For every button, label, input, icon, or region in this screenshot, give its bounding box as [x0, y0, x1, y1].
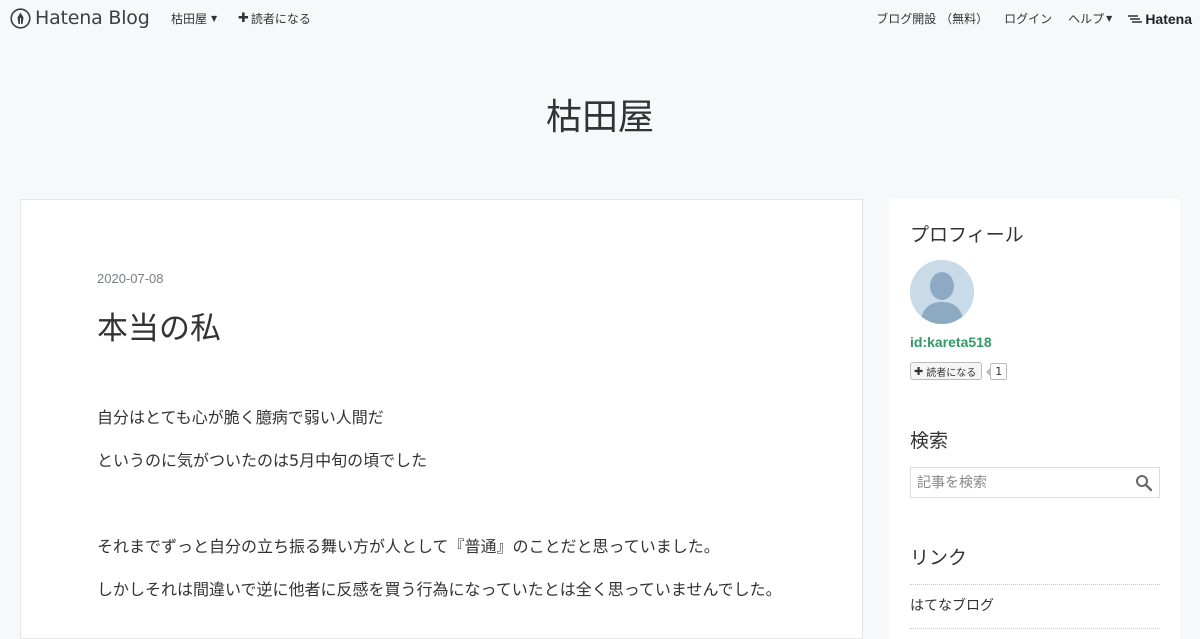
subscribe-row: ✚ 読者になる 1 [910, 362, 1008, 380]
profile-id-link[interactable]: id:kareta518 [910, 334, 992, 350]
paragraph: しかしそれは間違いで逆に他者に反感を買う行為になっていたとは全く思っていませんで… [97, 580, 782, 599]
paragraph: それまでずっと自分の立ち振る舞い方が人として『普通』のことだと思っていました。 [97, 537, 720, 556]
link-hatena-blog[interactable]: はてなブログ [910, 585, 1160, 629]
search-heading: 検索 [910, 430, 949, 452]
hatena-blog-logo[interactable]: Hatena Blog [10, 7, 150, 29]
paragraph: というのに気がついたのは5月中旬の頃でした [97, 451, 428, 470]
logo-text: Hatena Blog [35, 7, 150, 29]
login-link[interactable]: ログイン [1004, 10, 1052, 27]
global-header: Hatena Blog 枯田屋 ▼ ✚ 読者になる ブログ開設 （無料） ログイ… [0, 0, 1200, 36]
open-blog-link[interactable]: ブログ開設 （無料） [876, 10, 988, 27]
blog-menu[interactable]: 枯田屋 ▼ [171, 10, 217, 27]
avatar[interactable] [910, 260, 974, 324]
links-heading: リンク [910, 547, 968, 569]
entry-title[interactable]: 本当の私 [97, 303, 221, 348]
search-icon[interactable] [1135, 474, 1153, 492]
blog-menu-label: 枯田屋 [171, 12, 208, 26]
hatena-menu[interactable]: Hatena [1128, 11, 1192, 27]
subscriber-count[interactable]: 1 [986, 362, 1008, 380]
default-user-icon [910, 260, 974, 324]
caret-down-icon: ▼ [211, 14, 218, 23]
subscribe-label: 読者になる [250, 12, 311, 26]
profile-heading: プロフィール [910, 224, 1024, 246]
paragraph: 自分はとても心が脆く臆病で弱い人間だ [97, 408, 384, 427]
entry-card: 2020-07-08 本当の私 自分はとても心が脆く臆病で弱い人間だ というのに… [20, 199, 863, 639]
help-menu[interactable]: ヘルプ ▼ [1068, 10, 1112, 27]
header-right-menu: ブログ開設 （無料） ログイン ヘルプ ▼ Hatena [876, 10, 1200, 27]
help-label: ヘルプ [1068, 12, 1105, 26]
pen-nib-icon [10, 7, 31, 29]
search-form [910, 467, 1160, 498]
sidebar: プロフィール id:kareta518 ✚ 読者になる 1 検索 リンク はてな… [889, 199, 1180, 639]
entry-date[interactable]: 2020-07-08 [97, 271, 164, 286]
entry-content: 自分はとても心が脆く臆病で弱い人間だ というのに気がついたのは5月中旬の頃でした… [97, 402, 787, 617]
subscribe-link[interactable]: ✚ 読者になる [238, 10, 311, 27]
caret-down-icon: ▼ [1106, 14, 1113, 23]
link-list: はてなブログ [910, 584, 1160, 629]
plus-icon: ✚ [914, 364, 924, 378]
plus-icon: ✚ [238, 11, 249, 26]
hatena-label: Hatena [1145, 10, 1192, 27]
blog-title[interactable]: 枯田屋 [0, 88, 1200, 140]
search-input[interactable] [911, 468, 1143, 497]
hatena-mark-icon [1128, 14, 1143, 23]
subscribe-button-label: 読者になる [926, 367, 977, 379]
subscribe-button[interactable]: ✚ 読者になる [910, 362, 983, 380]
